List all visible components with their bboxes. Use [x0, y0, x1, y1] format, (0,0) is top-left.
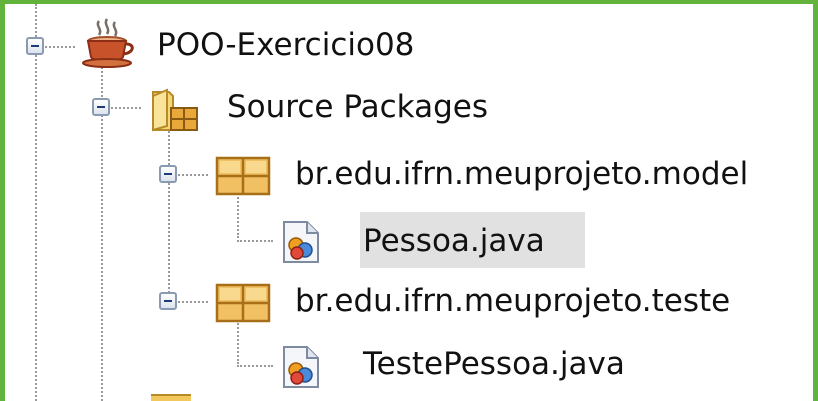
tree-node-package[interactable]: br.edu.ifrn.meuprojeto.teste — [5, 279, 813, 325]
tree-node-label: Pessoa.java — [363, 223, 545, 259]
tree-node-label: br.edu.ifrn.meuprojeto.model — [295, 156, 749, 192]
collapse-toggle[interactable] — [26, 37, 44, 55]
next-node-icon-partial — [151, 394, 191, 401]
tree-node-project[interactable]: POO-Exercicio08 — [5, 18, 813, 69]
collapse-toggle[interactable] — [159, 292, 177, 310]
collapse-toggle[interactable] — [92, 98, 110, 116]
tree-node-label: Source Packages — [227, 89, 488, 125]
project-tree: POO-Exercicio08 Source Packages br.edu.i… — [5, 4, 813, 401]
tree-node-source-packages[interactable]: Source Packages — [5, 86, 813, 132]
screenshot-frame: POO-Exercicio08 Source Packages br.edu.i… — [0, 0, 818, 401]
tree-node-file[interactable]: TestePessoa.java — [5, 341, 813, 388]
java-file-icon — [283, 221, 319, 263]
tree-node-label: TestePessoa.java — [363, 346, 625, 382]
collapse-toggle[interactable] — [159, 165, 177, 183]
package-icon — [215, 156, 271, 196]
tree-node-label: br.edu.ifrn.meuprojeto.teste — [295, 283, 731, 319]
source-packages-folder-icon — [152, 88, 198, 132]
java-cup-icon — [82, 18, 134, 68]
tree-node-package[interactable]: br.edu.ifrn.meuprojeto.model — [5, 152, 813, 198]
package-icon — [215, 283, 271, 323]
tree-node-file[interactable]: Pessoa.java — [5, 212, 813, 268]
tree-node-label: POO-Exercicio08 — [157, 27, 415, 63]
java-file-icon — [283, 346, 319, 388]
tree-guide-line — [168, 124, 170, 304]
